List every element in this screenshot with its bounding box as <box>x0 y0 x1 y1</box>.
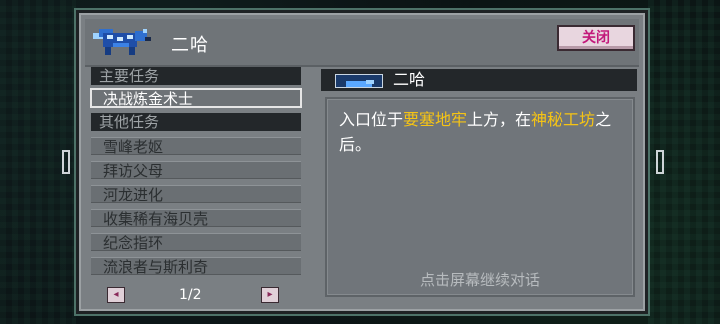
right-arrow-icon[interactable]: ▸ <box>261 287 279 303</box>
page-indicator: 1/2 <box>179 287 202 303</box>
quest-item[interactable]: 收集稀有海贝壳 <box>91 209 301 228</box>
quest-pager: ◂ 1/2 ▸ <box>107 285 287 305</box>
location-highlight: 要塞地牢 <box>403 110 468 129</box>
speaker-name: 二哈 <box>393 70 426 89</box>
other-quests-header: 其他任务 <box>91 113 301 131</box>
desc-part: 上方，在 <box>467 110 532 129</box>
mini-wolf-sprite <box>346 80 374 87</box>
location-highlight: 神秘工坊 <box>531 110 596 129</box>
desc-part: 入口位于 <box>339 110 404 129</box>
quest-item[interactable]: 纪念指环 <box>91 233 301 252</box>
dialog-titlebar: 二哈 关闭 <box>85 19 639 67</box>
quest-item[interactable]: 雪峰老妪 <box>91 137 301 156</box>
close-button[interactable]: 关闭 <box>557 25 635 51</box>
dialogue-text-panel[interactable]: 入口位于要塞地牢上方，在神秘工坊之后。 点击屏幕继续对话 <box>325 97 635 297</box>
quest-dialog: 二哈 关闭 主要任务 决战炼金术士 其他任务 雪峰老妪 拜访父母 河龙进化 收集… <box>76 10 648 314</box>
quest-item[interactable]: 拜访父母 <box>91 161 301 180</box>
speaker-header: 二哈 <box>321 69 637 91</box>
quest-list: 主要任务 决战炼金术士 其他任务 雪峰老妪 拜访父母 河龙进化 收集稀有海贝壳 … <box>90 67 309 276</box>
left-edge-tab <box>62 150 70 174</box>
quest-item-main-selected[interactable]: 决战炼金术士 <box>90 88 302 108</box>
main-quests-header: 主要任务 <box>91 67 301 85</box>
game-screen: 二哈 关闭 主要任务 决战炼金术士 其他任务 雪峰老妪 拜访父母 河龙进化 收集… <box>0 0 720 324</box>
wolf-sprite <box>93 29 151 55</box>
continue-hint: 点击屏幕继续对话 <box>419 271 540 289</box>
speaker-mini-portrait-icon <box>335 74 383 88</box>
left-arrow-icon[interactable]: ◂ <box>107 287 125 303</box>
quest-item[interactable]: 流浪者与斯利奇 <box>91 257 301 276</box>
dialog-title: 二哈 <box>171 35 209 56</box>
quest-item[interactable]: 河龙进化 <box>91 185 301 204</box>
quest-description: 入口位于要塞地牢上方，在神秘工坊之后。 <box>339 107 629 157</box>
right-edge-tab <box>656 150 664 174</box>
blue-wolf-portrait-icon <box>91 23 153 61</box>
